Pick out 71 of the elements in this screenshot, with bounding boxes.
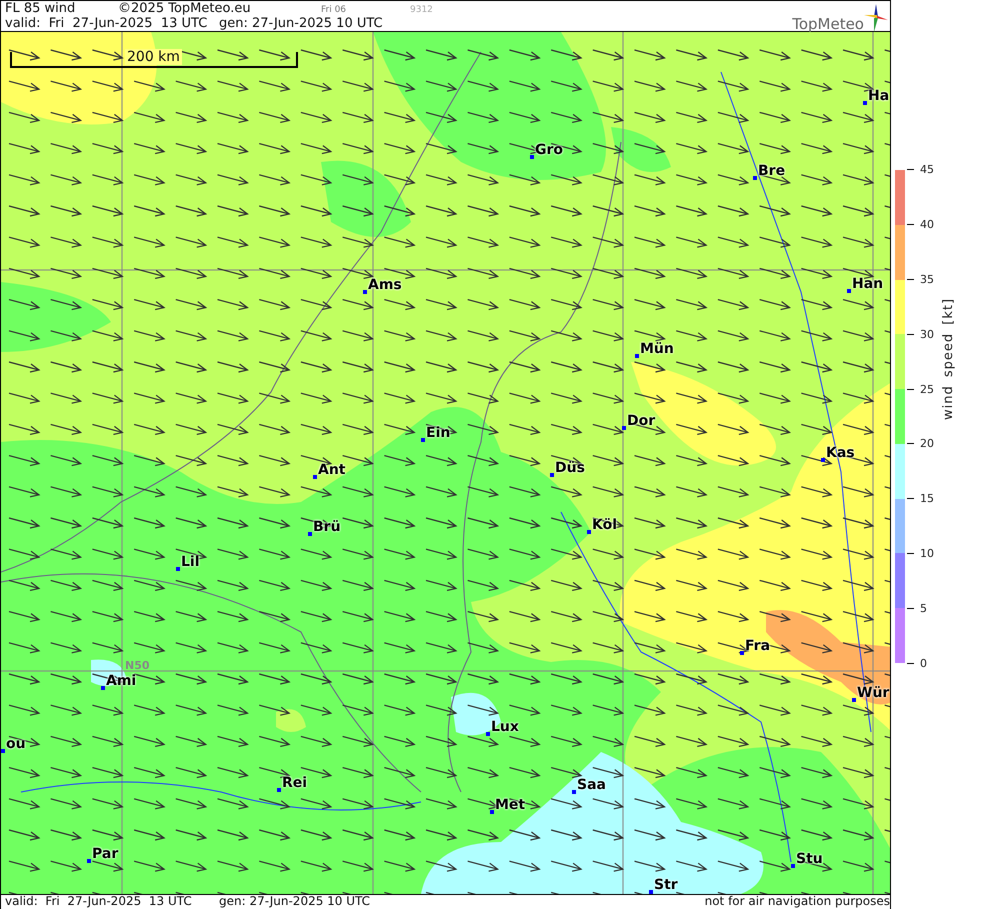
city-label: Brü — [313, 520, 341, 534]
city-label: Han — [852, 277, 884, 291]
city-marker — [277, 788, 281, 792]
city-label: Dor — [627, 414, 656, 428]
city-label: ou — [6, 737, 26, 751]
city-label: Ein — [426, 426, 450, 440]
city-marker — [486, 732, 490, 736]
city-label: Ha — [868, 89, 890, 103]
city-marker — [740, 651, 744, 655]
city-label: Bre — [758, 164, 786, 178]
city-marker — [490, 810, 494, 814]
city-marker — [622, 426, 626, 430]
city-label: Par — [92, 847, 118, 861]
disclaimer-text: not for air navigation purposes — [704, 895, 890, 909]
city-label: Ams — [368, 278, 402, 292]
latitude-label: N50 — [125, 659, 150, 672]
city-label: Stu — [796, 852, 823, 866]
city-marker — [530, 155, 534, 159]
city-marker — [587, 530, 591, 534]
city-marker — [101, 686, 105, 690]
scale-tick-label: 45 — [920, 163, 934, 176]
scale-tick-label: 40 — [920, 218, 934, 231]
scale-tick-label: 20 — [920, 437, 934, 450]
city-label: Str — [654, 878, 678, 892]
city-marker — [863, 101, 867, 105]
city-marker — [363, 290, 367, 294]
city-marker — [176, 567, 180, 571]
chart-title: FL 85 wind — [5, 1, 76, 16]
day-code: Fri 06 — [321, 4, 348, 17]
legend-title: wind speed [kt] — [941, 298, 956, 420]
run-code: 9312 — [410, 4, 433, 17]
city-label: Lux — [491, 720, 519, 734]
generated-time: gen: 27-Jun-2025 10 UTC — [219, 895, 372, 909]
city-label: Ant — [318, 463, 346, 477]
scale-tick-label: 15 — [920, 492, 934, 506]
city-label: Köl — [592, 518, 618, 532]
city-marker — [313, 475, 317, 479]
logo-text: TopMeteo — [792, 16, 864, 32]
city-marker — [550, 473, 554, 477]
city-label: Düs — [555, 461, 585, 475]
scale-tick-label: 35 — [920, 272, 934, 286]
city-marker — [421, 438, 425, 442]
scale-label: 200 km — [125, 49, 182, 65]
city-marker — [821, 458, 825, 462]
city-marker — [847, 289, 851, 293]
city-label: Met — [495, 798, 526, 812]
city-marker — [852, 698, 856, 702]
city-marker — [572, 790, 576, 794]
generated-time: gen: 27-Jun-2025 10 UTC — [219, 16, 383, 31]
city-marker — [87, 859, 91, 863]
city-marker — [753, 176, 757, 180]
city-label: Mün — [640, 342, 674, 356]
scale-tick-label: 0 — [920, 656, 927, 670]
city-marker — [635, 354, 639, 358]
city-marker — [791, 864, 795, 868]
scale-tick-label: 10 — [920, 547, 934, 560]
scale-tick-label: 5 — [920, 602, 927, 615]
scale-tick-label: 30 — [920, 328, 934, 341]
city-label: Saa — [577, 778, 606, 792]
city-marker — [308, 532, 312, 536]
city-marker — [1, 749, 5, 753]
city-label: Lil — [181, 555, 200, 569]
city-marker — [649, 890, 653, 894]
scale-tick-label: 25 — [920, 382, 934, 396]
city-label: Rei — [282, 776, 308, 790]
compass-star-icon — [864, 4, 888, 32]
copyright-text: ©2025 TopMeteo.eu — [118, 1, 252, 16]
valid-time: valid: Fri 27-Jun-2025 13 UTC — [5, 16, 208, 31]
valid-time: valid: Fri 27-Jun-2025 13 UTC — [5, 895, 193, 909]
city-label: Fra — [745, 639, 770, 653]
city-label: Gro — [535, 143, 564, 157]
